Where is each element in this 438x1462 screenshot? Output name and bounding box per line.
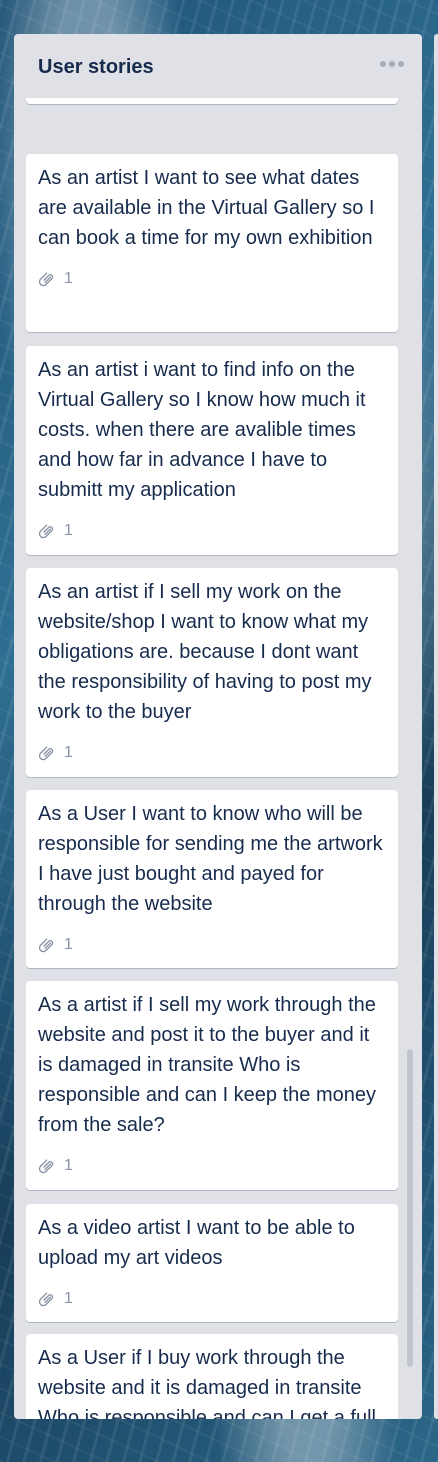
card-badges: 1: [38, 521, 386, 541]
card-title: As a User if I buy work through the webs…: [38, 1347, 376, 1419]
card-7[interactable]: As a User if I buy work through the webs…: [26, 1334, 398, 1419]
card-title: As a artist if I sell my work through th…: [38, 994, 376, 1136]
card-1[interactable]: As an artist I want to see what dates ar…: [26, 154, 398, 332]
next-list-edge: [434, 34, 438, 1419]
card-3[interactable]: As an artist if I sell my work on the we…: [26, 568, 398, 777]
card-badges: 1: [38, 1289, 386, 1309]
card-stub[interactable]: [26, 98, 398, 104]
card-title: As an artist if I sell my work on the we…: [38, 581, 372, 723]
card-badges: 1: [38, 743, 386, 763]
attachment-icon: [38, 1159, 54, 1174]
attachment-count: 1: [64, 522, 73, 539]
attachment-icon: [38, 272, 54, 287]
attachment-count: 1: [64, 744, 73, 761]
card-container: As an artist I want to see what dates ar…: [26, 98, 398, 1419]
screen: { "list": { "title": "User stories", "mo…: [0, 0, 438, 1462]
attachment-count: 1: [64, 1157, 73, 1174]
attachment-icon: [38, 938, 54, 953]
card-title: As a User I want to know who will be res…: [38, 803, 383, 915]
attachment-count: 1: [64, 936, 73, 953]
attachment-count: 1: [64, 1290, 73, 1307]
attachment-icon: [38, 524, 54, 539]
list-scrollbar[interactable]: [406, 98, 414, 1419]
attachment-count: 1: [64, 270, 73, 287]
card-4[interactable]: As a User I want to know who will be res…: [26, 790, 398, 968]
user-stories-list: User stories As an artist I want to see …: [14, 34, 422, 1419]
list-header: User stories: [14, 34, 422, 98]
card-5[interactable]: As a artist if I sell my work through th…: [26, 981, 398, 1190]
list-scrollbar-thumb[interactable]: [407, 1049, 413, 1367]
card-title: As an artist I want to see what dates ar…: [38, 167, 375, 249]
card-badges: 1: [38, 269, 386, 289]
attachment-icon: [38, 1292, 54, 1307]
card-title: As an artist i want to find info on the …: [38, 359, 366, 501]
attachment-icon: [38, 746, 54, 761]
card-6[interactable]: As a video artist I want to be able to u…: [26, 1204, 398, 1322]
card-badges: 1: [38, 1156, 386, 1176]
more-horizontal-icon: [380, 61, 404, 67]
list-more-button[interactable]: [378, 50, 406, 78]
card-title: As a video artist I want to be able to u…: [38, 1217, 355, 1269]
card-2[interactable]: As an artist i want to find info on the …: [26, 346, 398, 555]
card-badges: 1: [38, 935, 386, 955]
list-title[interactable]: User stories: [38, 55, 154, 79]
